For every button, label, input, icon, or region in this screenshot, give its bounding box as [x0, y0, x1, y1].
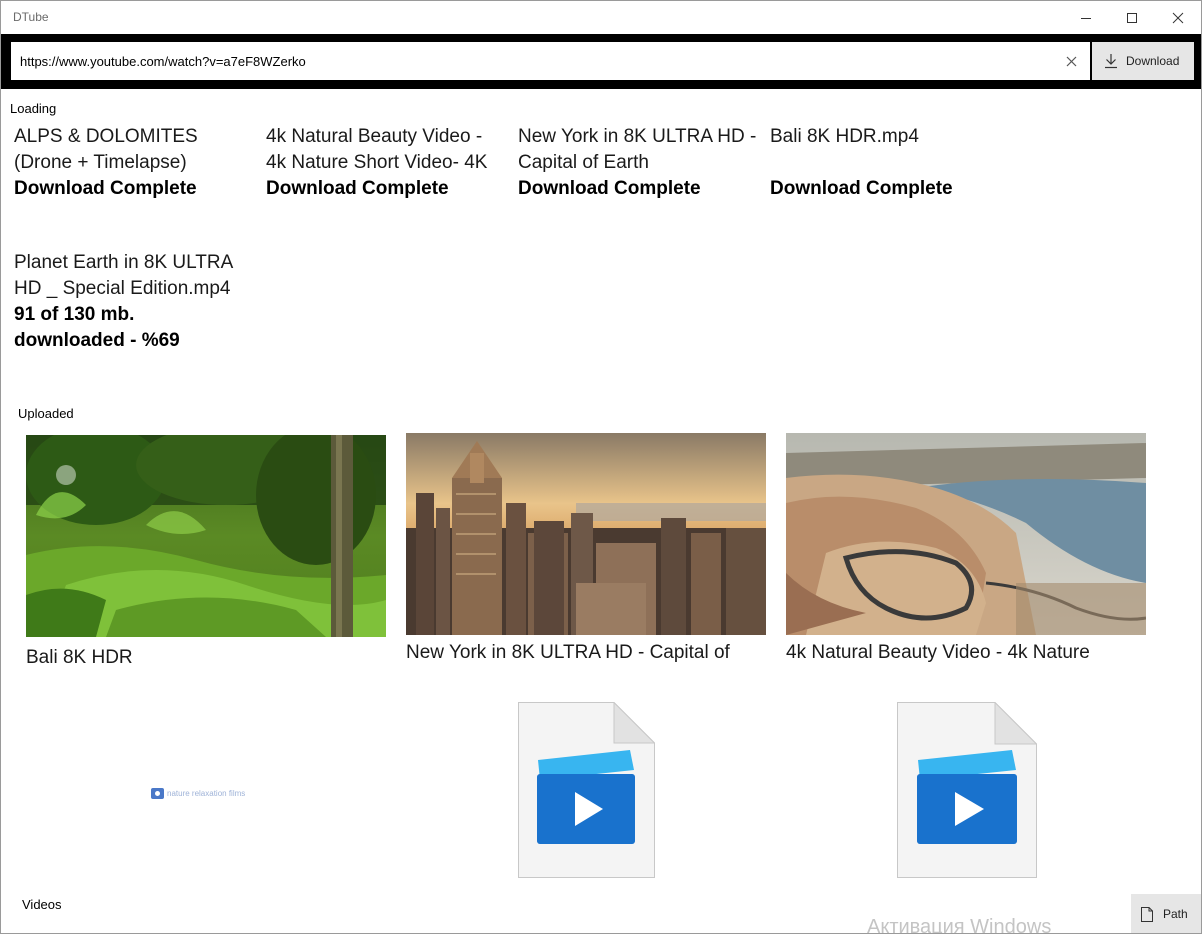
app-title: DTube [13, 10, 49, 24]
url-input[interactable] [11, 42, 1090, 80]
film-logo-icon [151, 788, 164, 799]
loading-item-title: Planet Earth in 8K ULTRA HD _ Special Ed… [14, 252, 233, 299]
close-button[interactable] [1155, 1, 1201, 34]
app-window: DTube Download Loading ALPS & DOLOMITES … [0, 0, 1202, 934]
video-thumbnail [786, 433, 1146, 635]
maximize-button[interactable] [1109, 1, 1155, 34]
video-thumbnail [26, 435, 386, 637]
loading-item-status: 91 of 130 mb. downloaded - %69 [14, 304, 180, 351]
close-icon [1172, 12, 1184, 23]
loading-item-title: New York in 8K ULTRA HD - Capital of Ear… [518, 126, 757, 173]
loading-item: ALPS & DOLOMITES (Drone + Timelapse) Dow… [14, 124, 254, 202]
close-icon [1066, 56, 1076, 66]
loading-item: New York in 8K ULTRA HD - Capital of Ear… [518, 124, 758, 202]
loading-item-status: Download Complete [14, 178, 197, 199]
uploaded-video-card[interactable]: New York in 8K ULTRA HD - Capital of [406, 433, 766, 665]
loading-item: Planet Earth in 8K ULTRA HD _ Special Ed… [14, 250, 254, 362]
video-file-icon[interactable] [897, 702, 1037, 878]
maximize-icon [1127, 12, 1137, 23]
loading-item: 4k Natural Beauty Video - 4k Nature Shor… [266, 124, 506, 202]
video-thumbnail [406, 433, 766, 635]
clear-url-button[interactable] [1055, 42, 1087, 80]
download-button[interactable]: Download [1092, 42, 1194, 80]
uploaded-video-card[interactable]: Bali 8K HDR [26, 435, 386, 670]
download-icon [1105, 54, 1117, 69]
loading-item-status: Download Complete [266, 178, 449, 199]
uploaded-video-card[interactable]: 4k Natural Beauty Video - 4k Nature [786, 433, 1146, 665]
path-button-label: Path [1163, 907, 1188, 921]
windows-activation-watermark: Активация Windows [867, 916, 1052, 934]
video-caption: Bali 8K HDR [26, 647, 133, 668]
download-button-label: Download [1126, 54, 1180, 68]
document-icon [1141, 906, 1153, 922]
loading-item-status: Download Complete [518, 178, 701, 199]
minimize-button[interactable] [1063, 1, 1109, 34]
path-button[interactable]: Path [1131, 894, 1201, 933]
loading-item-status: Download Complete [770, 178, 953, 199]
loading-item-title: 4k Natural Beauty Video - 4k Nature Shor… [266, 126, 488, 173]
loading-item: Bali 8K HDR.mp4 Download Complete [770, 124, 1010, 202]
video-file-icon[interactable] [518, 702, 655, 878]
loading-item-title: Bali 8K HDR.mp4 [770, 126, 919, 147]
loading-section-label: Loading [10, 101, 57, 116]
title-bar: DTube [1, 1, 1201, 34]
nature-films-logo: nature relaxation films [151, 788, 245, 799]
videos-section-label: Videos [22, 897, 62, 912]
minimize-icon [1081, 17, 1091, 19]
url-bar: Download [1, 34, 1201, 89]
video-caption: 4k Natural Beauty Video - 4k Nature [786, 642, 1090, 663]
loading-item-title: ALPS & DOLOMITES (Drone + Timelapse) [14, 126, 198, 173]
video-caption: New York in 8K ULTRA HD - Capital of [406, 642, 730, 663]
uploaded-section-label: Uploaded [18, 406, 74, 421]
logo-text: nature relaxation films [167, 789, 246, 798]
